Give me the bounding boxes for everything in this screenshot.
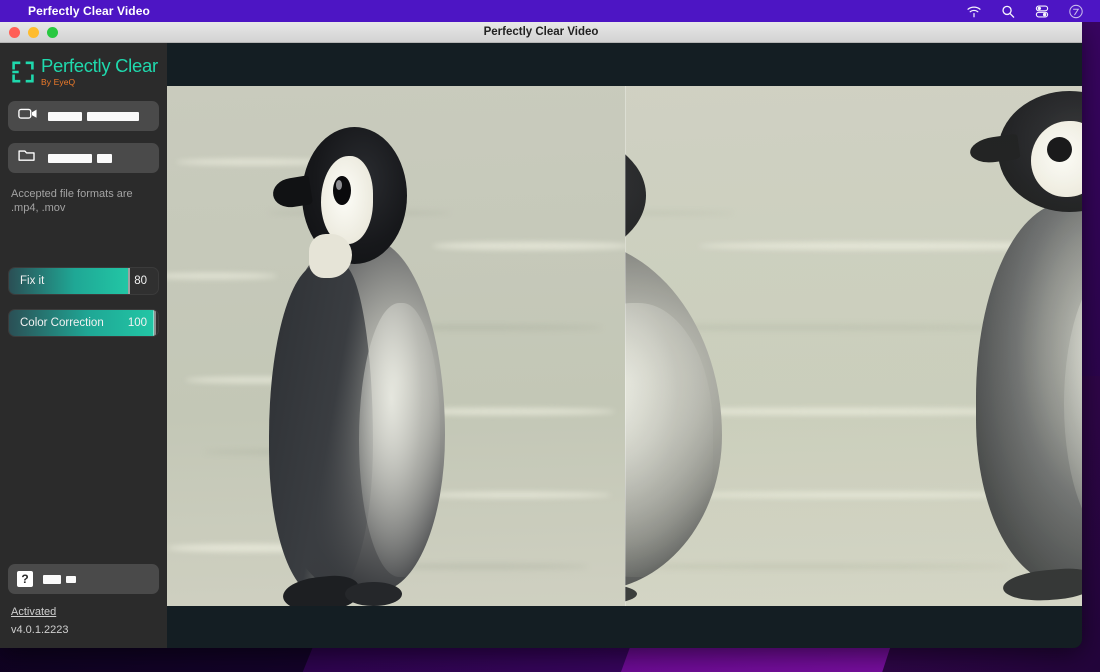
penguin-foreground: [245, 117, 483, 606]
preview-original-half: [167, 86, 625, 606]
accepted-formats-note: Accepted file formats are .mp4, .mov: [11, 188, 133, 214]
app-window: Perfectly Clear Video Perfectly Clear By: [0, 22, 1082, 648]
video-frame[interactable]: [167, 86, 1082, 606]
version-label: v4.0.1.2223: [11, 624, 69, 636]
folder-icon: [18, 148, 38, 168]
preview-scene: [624, 86, 1082, 606]
logo-title: Perfectly Clear: [41, 55, 158, 76]
fix-it-slider-handle[interactable]: [128, 268, 131, 294]
choose-file-label-redacted: [48, 153, 112, 163]
wifi-icon[interactable]: [966, 4, 982, 19]
app-body: Perfectly Clear By EyeQ Accepted file fo…: [0, 43, 1082, 648]
fix-it-slider[interactable]: Fix it 80: [8, 267, 159, 295]
preview-scene: [167, 86, 625, 606]
sidebar: Perfectly Clear By EyeQ Accepted file fo…: [0, 43, 167, 648]
color-correction-slider-label: Color Correction: [20, 317, 104, 329]
logo-wordmark: Perfectly Clear By EyeQ: [41, 55, 158, 87]
color-correction-slider[interactable]: Color Correction 100: [8, 309, 159, 337]
question-mark-icon: ?: [17, 571, 33, 587]
open-camera-label-redacted: [48, 111, 139, 121]
menubar-app-name[interactable]: Perfectly Clear Video: [28, 4, 150, 18]
open-camera-button[interactable]: [8, 101, 159, 131]
video-preview[interactable]: [167, 43, 1082, 648]
control-center-icon[interactable]: [1034, 4, 1050, 19]
macos-menu-bar: Perfectly Clear Video: [0, 0, 1100, 22]
adjustment-sliders: Fix it 80 Color Correction 100: [8, 215, 159, 351]
sidebar-footer: ? Activated v4.0.1.2223: [8, 564, 159, 648]
fix-it-slider-value: 80: [134, 275, 147, 287]
color-correction-slider-value: 100: [127, 317, 147, 329]
penguin-background: [954, 91, 1082, 605]
preview-processed-half: [624, 86, 1082, 606]
choose-file-button[interactable]: [8, 143, 159, 173]
before-after-split-handle[interactable]: [624, 86, 626, 606]
activation-status-link[interactable]: Activated: [11, 606, 56, 618]
window-titlebar[interactable]: Perfectly Clear Video: [0, 22, 1082, 43]
video-camera-icon: [18, 106, 38, 126]
help-label-redacted: [43, 574, 76, 584]
logo-subtitle: By EyeQ: [41, 76, 76, 87]
fix-it-slider-label: Fix it: [20, 275, 45, 287]
search-icon[interactable]: [1000, 4, 1016, 19]
color-correction-slider-handle[interactable]: [152, 310, 156, 336]
help-button[interactable]: ?: [8, 564, 159, 594]
siri-icon[interactable]: [1068, 4, 1084, 19]
frame-brackets-icon: [11, 57, 35, 89]
app-logo: Perfectly Clear By EyeQ: [8, 43, 159, 89]
window-title: Perfectly Clear Video: [483, 26, 599, 38]
